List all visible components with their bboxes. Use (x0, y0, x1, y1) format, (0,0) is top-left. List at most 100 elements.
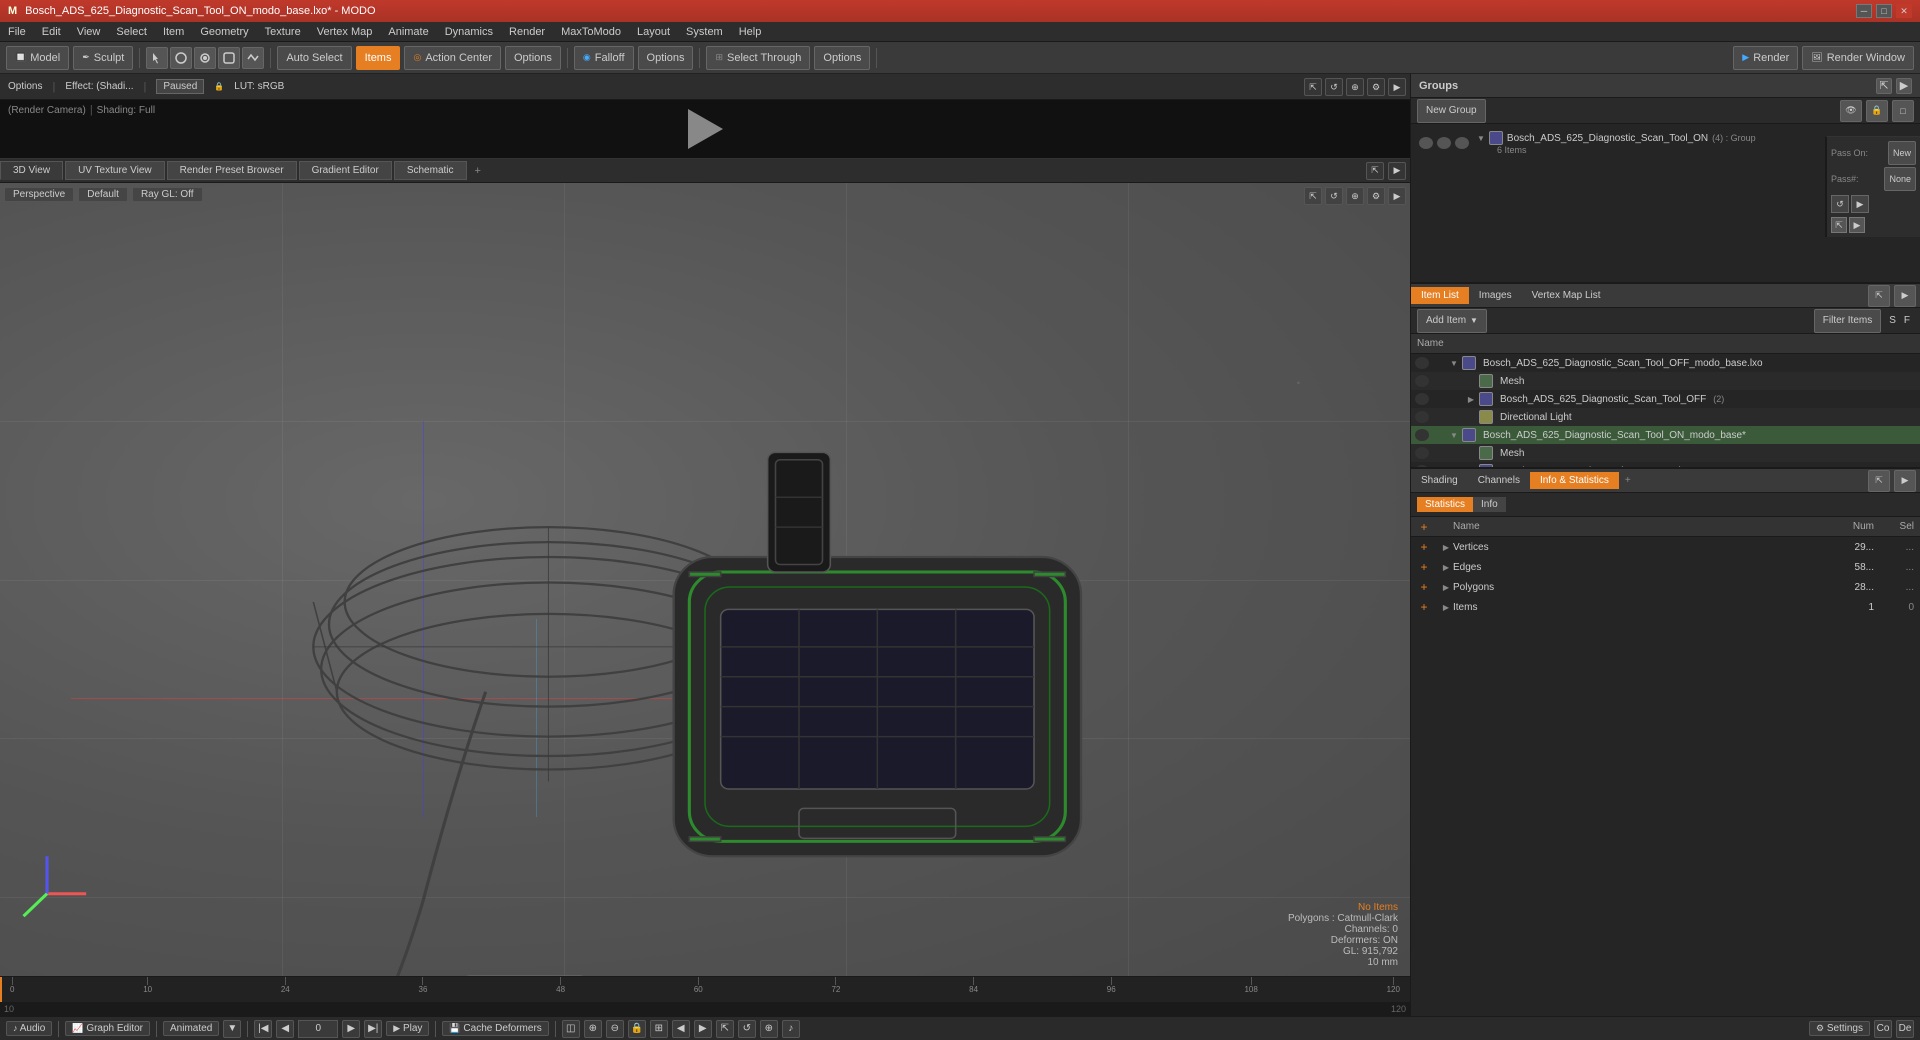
stats-expand-items[interactable]: ▶ (1439, 600, 1453, 614)
animation-viewport[interactable]: (Render Camera) | Shading: Full ⇱ ↺ ⊕ ⚙ … (0, 100, 1410, 158)
menu-edit[interactable]: Edit (34, 24, 69, 40)
menu-system[interactable]: System (678, 24, 731, 40)
menu-render[interactable]: Render (501, 24, 553, 40)
vp-rotate-icon[interactable]: ↺ (1325, 187, 1343, 205)
item-list-expand-btn[interactable]: ⇱ (1868, 285, 1890, 307)
menu-geometry[interactable]: Geometry (192, 24, 256, 40)
anim-sync-button[interactable]: ↺ (1325, 78, 1343, 96)
vp-zoom-icon[interactable]: ⊕ (1346, 187, 1364, 205)
stats-expand-edges[interactable]: ▶ (1439, 560, 1453, 574)
timeline-bar[interactable]: 0 10 24 36 48 60 72 84 96 108 120 (0, 977, 1410, 1002)
tab-images[interactable]: Images (1469, 287, 1522, 304)
menu-view[interactable]: View (69, 24, 109, 40)
grid-btn[interactable]: ⊞ (650, 1020, 668, 1038)
animated-button[interactable]: Animated (163, 1021, 219, 1036)
zoom-btn-2[interactable]: ⊖ (606, 1020, 624, 1038)
menu-file[interactable]: File (0, 24, 34, 40)
tab-info-statistics[interactable]: Info & Statistics (1530, 472, 1619, 489)
stats-add-items[interactable]: + (1417, 600, 1431, 614)
tab-shading[interactable]: Shading (1411, 472, 1468, 489)
filter-items-button[interactable]: Filter Items (1814, 309, 1881, 333)
ray-gl-dropdown[interactable]: Ray GL: Off (132, 187, 203, 202)
prev-frame-button[interactable]: ◀ (276, 1020, 294, 1038)
menu-select[interactable]: Select (108, 24, 155, 40)
render-window-button[interactable]: 🖼 Render Window (1802, 46, 1914, 70)
audio-button[interactable]: ♪ Audio (6, 1021, 52, 1036)
expand-btn-2[interactable]: ⇱ (716, 1020, 734, 1038)
tab-3d-view[interactable]: 3D View (0, 161, 63, 180)
anim-expand-button[interactable]: ⇱ (1304, 78, 1322, 96)
group-expand-arrow[interactable]: ▼ (1477, 134, 1485, 143)
menu-maxtomodo[interactable]: MaxToModo (553, 24, 629, 40)
viewport-3d[interactable]: Perspective Default Ray GL: Off ⇱ ↺ ⊕ ⚙ … (0, 183, 1410, 976)
item-arrow-6[interactable]: ▶ (1466, 466, 1476, 467)
vp-more-icon[interactable]: ▶ (1388, 187, 1406, 205)
sync-btn-2[interactable]: ↺ (738, 1020, 756, 1038)
add-item-button[interactable]: Add Item ▼ (1417, 309, 1487, 333)
groups-hide-button[interactable]: □ (1892, 100, 1914, 122)
maximize-button[interactable]: □ (1876, 4, 1892, 18)
audio-toggle-btn[interactable]: ♪ (782, 1020, 800, 1038)
co-button[interactable]: Co (1874, 1020, 1892, 1038)
frame-mode-button[interactable]: ◫ (562, 1020, 580, 1038)
stats-add-vertices[interactable]: + (1417, 540, 1431, 554)
menu-item[interactable]: Item (155, 24, 192, 40)
options2-button[interactable]: Options (638, 46, 694, 70)
viewport-arrow-button[interactable]: ▶ (1388, 162, 1406, 180)
items-button[interactable]: Items (356, 46, 401, 70)
viewport-expand-button[interactable]: ⇱ (1366, 162, 1384, 180)
stats-add-polygons[interactable]: + (1417, 580, 1431, 594)
item-eye-0[interactable] (1415, 357, 1429, 369)
close-button[interactable]: ✕ (1896, 4, 1912, 18)
item-arrow-0[interactable]: ▼ (1449, 358, 1459, 368)
tab-gradient-editor[interactable]: Gradient Editor (299, 161, 392, 180)
groups-eye-button[interactable]: 👁 (1840, 100, 1862, 122)
element-button[interactable] (218, 47, 240, 69)
item-eye-1[interactable] (1415, 375, 1429, 387)
frame-input[interactable]: 0 (298, 1020, 338, 1038)
next-last-frame-button[interactable]: ▶| (364, 1020, 382, 1038)
item-eye-5[interactable] (1415, 447, 1429, 459)
prev-first-frame-button[interactable]: |◀ (254, 1020, 272, 1038)
stats-expand-polygons[interactable]: ▶ (1439, 580, 1453, 594)
pass-none-button[interactable]: None (1884, 167, 1916, 191)
model-button[interactable]: 🔲 Model (6, 46, 69, 70)
options3-button[interactable]: Options (814, 46, 870, 70)
lasso-button[interactable] (170, 47, 192, 69)
statistics-button[interactable]: Statistics (1417, 497, 1473, 512)
falloff-button[interactable]: ◉ Falloff (574, 46, 634, 70)
new-group-button[interactable]: New Group (1417, 99, 1486, 123)
tab-add-button[interactable]: + (469, 162, 487, 180)
pass-forward-button[interactable]: ▶ (1851, 195, 1869, 213)
stats-add-icon[interactable]: + (1417, 520, 1431, 534)
select-mode-button[interactable] (146, 47, 168, 69)
tab-item-list[interactable]: Item List (1411, 287, 1469, 304)
minimize-button[interactable]: ─ (1856, 4, 1872, 18)
play-button[interactable]: ▶ Play (386, 1021, 429, 1036)
item-list-arrow-btn[interactable]: ▶ (1894, 285, 1916, 307)
group-eye-icon[interactable] (1419, 137, 1433, 149)
tab-channels[interactable]: Channels (1468, 472, 1530, 489)
groups-arrow-button[interactable]: ▶ (1896, 78, 1912, 94)
options-button[interactable]: Options (505, 46, 561, 70)
stats-add-edges[interactable]: + (1417, 560, 1431, 574)
perspective-dropdown[interactable]: Perspective (4, 187, 74, 202)
animated-dropdown-button[interactable]: ▼ (223, 1020, 241, 1038)
render-button[interactable]: ▶ Render (1733, 46, 1798, 70)
timeline-indicator[interactable] (0, 977, 2, 1002)
paint-button[interactable] (194, 47, 216, 69)
groups-lock-button[interactable]: 🔒 (1866, 100, 1888, 122)
menu-vertex-map[interactable]: Vertex Map (309, 24, 381, 40)
stats-expand-btn[interactable]: ⇱ (1868, 470, 1890, 492)
info-button[interactable]: Info (1473, 497, 1506, 512)
tab-render-preset[interactable]: Render Preset Browser (167, 161, 297, 180)
de-button[interactable]: De (1896, 1020, 1914, 1038)
topology-button[interactable] (242, 47, 264, 69)
zoom-btn-1[interactable]: ⊕ (584, 1020, 602, 1038)
stats-tab-more[interactable]: + (1619, 472, 1637, 489)
settings-button[interactable]: ⚙ Settings (1809, 1021, 1870, 1036)
auto-select-button[interactable]: Auto Select (277, 46, 351, 70)
graph-editor-button[interactable]: 📈 Graph Editor (65, 1021, 150, 1036)
item-eye-4[interactable] (1415, 429, 1429, 441)
menu-help[interactable]: Help (731, 24, 770, 40)
